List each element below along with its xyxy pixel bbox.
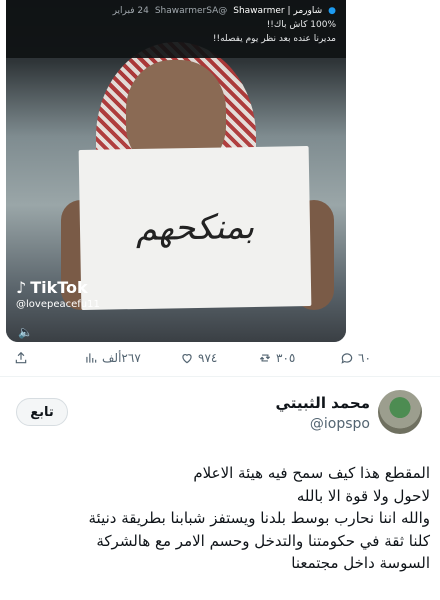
quoted-text-line1: 100% كاش باك!! <box>266 20 336 30</box>
share-button[interactable] <box>14 351 28 365</box>
retweet-icon <box>259 354 271 362</box>
reply-button[interactable]: ٦٠ <box>340 351 371 365</box>
tiktok-handle: @lovepeacefu11 <box>16 299 100 310</box>
quoted-handle: @ShawarmerSA <box>154 6 228 16</box>
likes-count: ٩٧٤ <box>198 351 218 365</box>
sign-text: بمنكحهم <box>135 206 255 250</box>
video-player[interactable]: بمنكحهم ● شاورمر | Shawarmer @ShawarmerS… <box>6 0 346 342</box>
post-line: لاحول ولا قوة الا بالله <box>296 486 430 505</box>
divider <box>0 376 440 377</box>
author-row: تابع محمد الثبيتي @iopspo <box>0 390 440 450</box>
views-icon <box>86 353 97 363</box>
held-sign: بمنكحهم <box>78 146 312 310</box>
quoted-date: 24 فبراير <box>112 6 149 16</box>
post-line: المقطع هذا كيف سمح فيه هيئة الاعلام <box>193 464 430 482</box>
embedded-media-card[interactable]: بمنكحهم ● شاورمر | Shawarmer @ShawarmerS… <box>0 0 440 345</box>
views-button[interactable]: ٢٦٧ألف <box>84 351 141 365</box>
share-icon <box>15 351 27 364</box>
verified-icon: ● <box>328 6 336 16</box>
tiktok-icon: ♪ <box>16 278 27 297</box>
follow-button[interactable]: تابع <box>16 398 68 426</box>
tiktok-watermark: ♪ TikTok @lovepeacefu11 <box>16 278 100 310</box>
post-line: والله اننا نحارب بوسط بلدنا ويستفز شبابن… <box>88 509 431 527</box>
like-button[interactable]: ٩٧٤ <box>180 351 217 365</box>
author-name[interactable]: محمد الثبيتي <box>276 394 370 412</box>
post-line: السوسة داخل مجتمعنا <box>291 554 430 572</box>
tiktok-brand: TikTok <box>30 278 88 297</box>
heart-icon <box>182 354 192 364</box>
author-handle[interactable]: @iopspo <box>310 416 370 432</box>
post-text: المقطع هذا كيف سمح فيه هيئة الاعلام لاحو… <box>10 462 431 575</box>
views-count: ٢٦٧ألف <box>102 351 141 365</box>
quoted-tweet-overlay: ● شاورمر | Shawarmer @ShawarmerSA 24 فبر… <box>6 0 346 58</box>
avatar[interactable] <box>378 390 422 434</box>
volume-icon[interactable]: 🔈 <box>18 325 33 339</box>
quoted-text-line2: مديرنا عنده بعد نظر يوم يفصله!! <box>212 34 336 44</box>
retweet-button[interactable]: ٣٠٥ <box>258 351 295 365</box>
reply-icon <box>341 353 353 364</box>
quoted-display-name: شاورمر | Shawarmer <box>233 6 323 16</box>
post-line: كلنا ثقة في حكومتنا والتدخل وحسم الامر م… <box>96 531 430 550</box>
tweet-actions: ٢٦٧ألف ٩٧٤ ٣٠٥ ٦٠ <box>0 346 440 372</box>
replies-count: ٦٠ <box>358 351 371 365</box>
retweets-count: ٣٠٥ <box>276 351 296 365</box>
